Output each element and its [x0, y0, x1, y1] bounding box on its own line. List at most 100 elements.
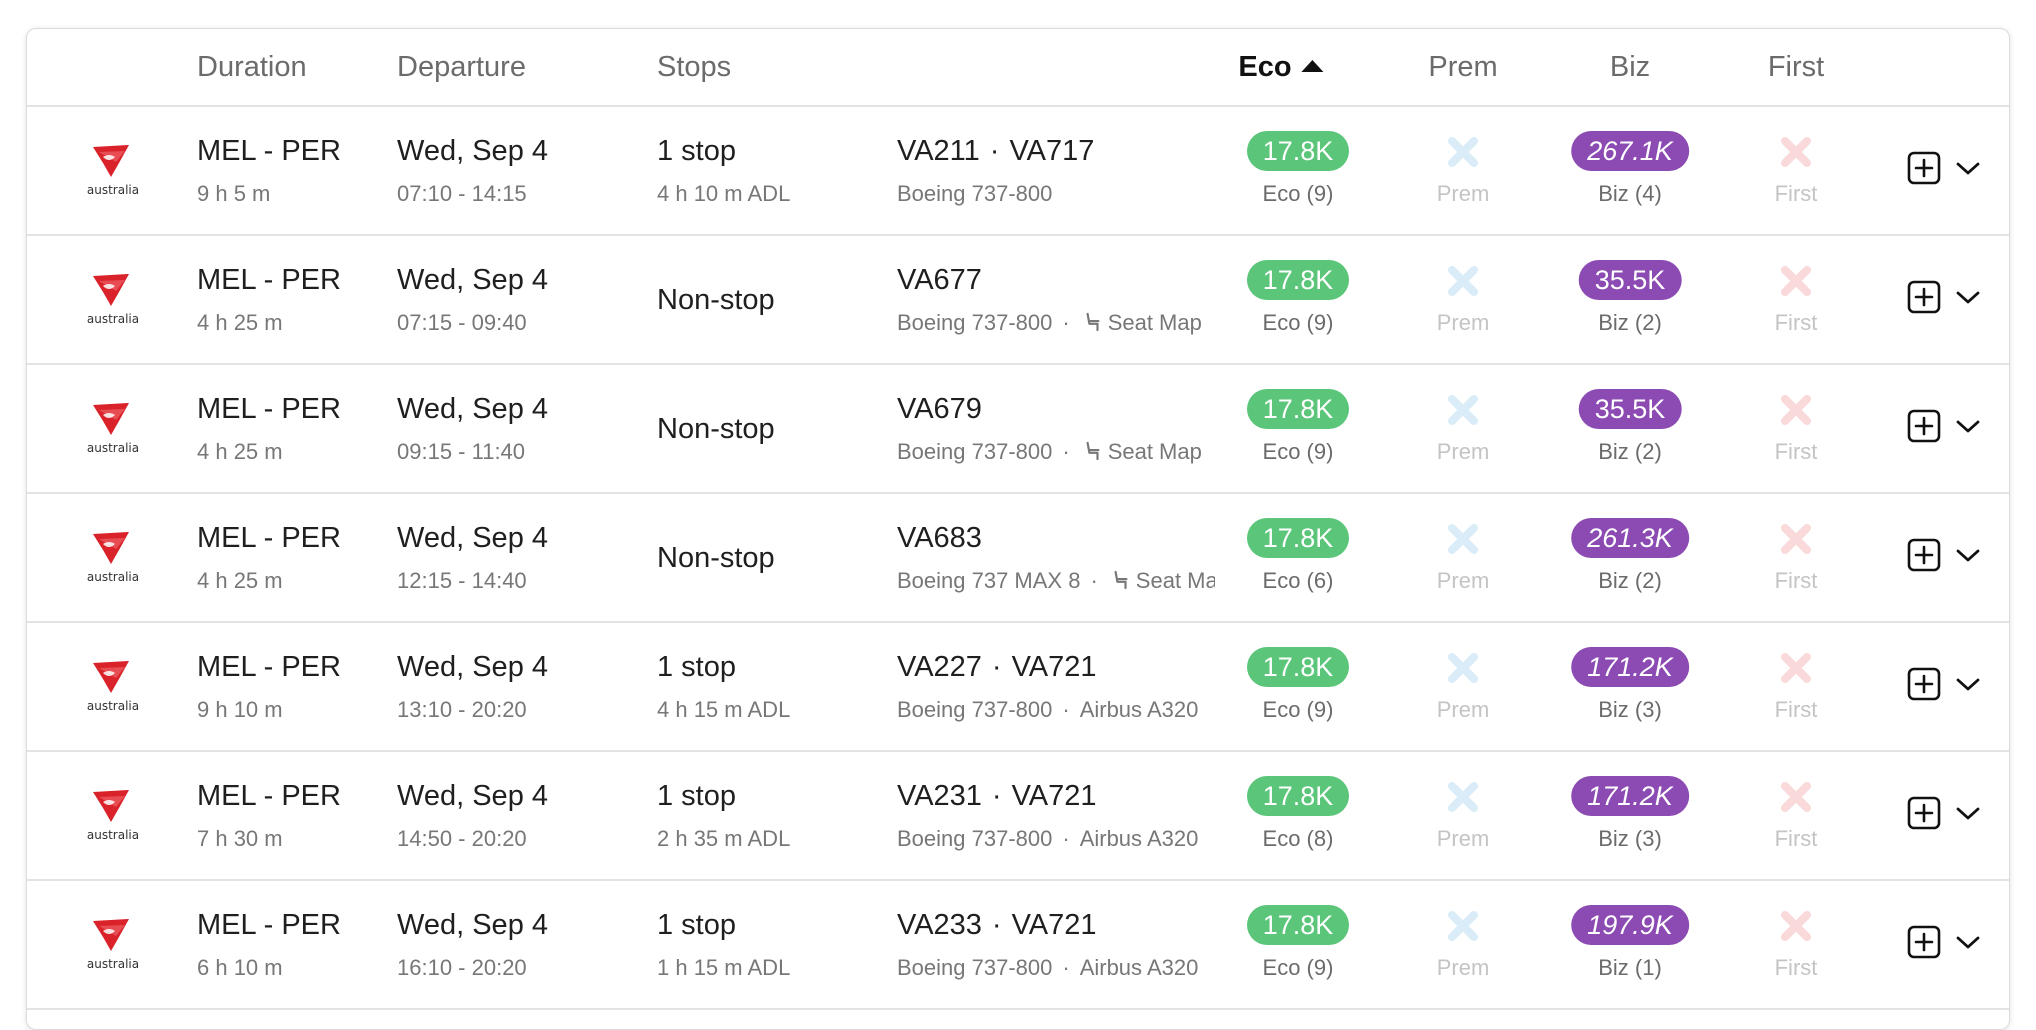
- layover: 2 h 35 m ADL: [657, 826, 791, 851]
- add-flight-plus-icon[interactable]: [1907, 151, 1941, 185]
- virgin-australia-logo-icon: [89, 788, 133, 824]
- biz-price-pill[interactable]: 171.2K: [1571, 776, 1689, 816]
- first-unavailable-x-icon: [1779, 264, 1813, 298]
- flight-numbers: VA231 · VA721: [897, 780, 1097, 813]
- expand-chevron-down-icon[interactable]: [1955, 157, 1981, 179]
- seat-icon: [1112, 570, 1130, 596]
- add-flight-plus-icon[interactable]: [1907, 796, 1941, 830]
- first-unavailable-x-icon: [1779, 651, 1813, 685]
- aircraft-info: Boeing 737-800 · Seat Map: [897, 439, 1215, 467]
- flight-number: VA721: [1011, 651, 1097, 683]
- stops: 1 stop: [657, 651, 736, 683]
- route: MEL - PER: [197, 780, 341, 812]
- flight-row[interactable]: australia MEL - PER 9 h 5 m Wed, Sep 4 07:10…: [27, 107, 2009, 236]
- expand-chevron-down-icon[interactable]: [1955, 802, 1981, 824]
- seat-map-link[interactable]: Seat Map: [1108, 568, 1215, 593]
- layover: 4 h 15 m ADL: [657, 697, 791, 722]
- flight-row[interactable]: australia MEL - PER 7 h 30 m Wed, Sep 4 14:5…: [27, 752, 2009, 881]
- eco-price-pill[interactable]: 17.8K: [1247, 647, 1349, 687]
- eco-price-pill[interactable]: 17.8K: [1247, 260, 1349, 300]
- departure-date: Wed, Sep 4: [397, 135, 549, 167]
- departure-date: Wed, Sep 4: [397, 780, 549, 812]
- flight-numbers: VA227 · VA721: [897, 651, 1097, 684]
- eco-price-pill[interactable]: 17.8K: [1247, 389, 1349, 429]
- flight-row[interactable]: australia MEL - PER 9 h 10 m Wed, Sep 4 13:1…: [27, 623, 2009, 752]
- biz-price-pill[interactable]: 35.5K: [1578, 389, 1682, 429]
- stops: 1 stop: [657, 780, 736, 812]
- add-flight-plus-icon[interactable]: [1907, 409, 1941, 443]
- prem-unavailable-x-icon: [1446, 135, 1480, 169]
- first-unavailable-x-icon: [1779, 393, 1813, 427]
- expand-chevron-down-icon[interactable]: [1955, 544, 1981, 566]
- eco-price-pill[interactable]: 17.8K: [1247, 518, 1349, 558]
- aircraft-type: Airbus A320: [1079, 697, 1199, 722]
- header-first[interactable]: First: [1768, 51, 1824, 84]
- first-label: First: [1774, 697, 1818, 722]
- airline-logo: australia: [85, 917, 141, 977]
- departure-times: 09:15 - 11:40: [397, 439, 526, 464]
- header-eco[interactable]: Eco: [1238, 51, 1324, 84]
- prem-label: Prem: [1436, 697, 1490, 722]
- flight-row[interactable]: australia MEL - PER 4 h 25 m Wed, Sep 4 09:1…: [27, 365, 2009, 494]
- separator-dot: ·: [989, 135, 1000, 167]
- prem-label: Prem: [1436, 826, 1490, 851]
- add-flight-plus-icon[interactable]: [1907, 538, 1941, 572]
- eco-price-pill[interactable]: 17.8K: [1247, 905, 1349, 945]
- virgin-australia-logo-icon: [89, 659, 133, 695]
- prem-unavailable-x-icon: [1446, 909, 1480, 943]
- airline-logo-text: australia: [86, 957, 140, 971]
- flight-row[interactable]: australia MEL - PER 6 h 10 m Wed, Sep 4 16:1…: [27, 881, 2009, 1010]
- stops: 1 stop: [657, 135, 736, 167]
- duration: 9 h 5 m: [197, 181, 271, 206]
- departure-date: Wed, Sep 4: [397, 522, 549, 554]
- header-duration[interactable]: Duration: [197, 51, 307, 84]
- prem-unavailable-x-icon: [1446, 651, 1480, 685]
- flight-row[interactable]: australia MEL - PER 4 h 25 m Wed, Sep 4 07:1…: [27, 236, 2009, 365]
- header-departure[interactable]: Departure: [397, 51, 526, 84]
- virgin-australia-logo-icon: [89, 272, 133, 308]
- stops: Non-stop: [657, 284, 775, 316]
- flight-numbers: VA233 · VA721: [897, 909, 1097, 942]
- add-flight-plus-icon[interactable]: [1907, 280, 1941, 314]
- eco-seats: Eco (9): [1262, 955, 1334, 980]
- expand-chevron-down-icon[interactable]: [1955, 286, 1981, 308]
- flight-row[interactable]: australia MEL - PER 4 h 25 m Wed, Sep 4 12:1…: [27, 494, 2009, 623]
- separator-dot: ·: [1062, 439, 1070, 464]
- stops: Non-stop: [657, 542, 775, 574]
- seat-map-link[interactable]: Seat Map: [1080, 439, 1202, 464]
- aircraft-type: Airbus A320: [1079, 955, 1199, 980]
- prem-label: Prem: [1436, 310, 1490, 335]
- header-biz[interactable]: Biz: [1610, 51, 1650, 84]
- add-flight-plus-icon[interactable]: [1907, 667, 1941, 701]
- aircraft-type: Boeing 737-800: [897, 955, 1053, 980]
- biz-price-pill[interactable]: 197.9K: [1571, 905, 1689, 945]
- duration: 6 h 10 m: [197, 955, 283, 980]
- expand-chevron-down-icon[interactable]: [1955, 673, 1981, 695]
- eco-price-pill[interactable]: 17.8K: [1247, 131, 1349, 171]
- airline-logo: australia: [85, 530, 141, 590]
- separator-dot: ·: [991, 651, 1002, 683]
- first-label: First: [1774, 181, 1818, 206]
- seat-map-link[interactable]: Seat Map: [1080, 310, 1202, 335]
- expand-chevron-down-icon[interactable]: [1955, 415, 1981, 437]
- table-header: Duration Departure Stops Eco Prem Biz Fi…: [27, 29, 2009, 107]
- departure-date: Wed, Sep 4: [397, 393, 549, 425]
- biz-price-pill[interactable]: 35.5K: [1578, 260, 1682, 300]
- biz-price-pill[interactable]: 267.1K: [1571, 131, 1689, 171]
- eco-price-pill[interactable]: 17.8K: [1247, 776, 1349, 816]
- first-label: First: [1774, 955, 1818, 980]
- expand-chevron-down-icon[interactable]: [1955, 931, 1981, 953]
- airline-logo: australia: [85, 143, 141, 203]
- biz-price-pill[interactable]: 171.2K: [1571, 647, 1689, 687]
- header-stops[interactable]: Stops: [657, 51, 731, 84]
- route: MEL - PER: [197, 393, 341, 425]
- airline-logo-text: australia: [86, 699, 140, 713]
- airline-logo: australia: [85, 401, 141, 461]
- add-flight-plus-icon[interactable]: [1907, 925, 1941, 959]
- prem-label: Prem: [1436, 955, 1490, 980]
- airline-logo-text: australia: [86, 441, 140, 455]
- duration: 4 h 25 m: [197, 439, 283, 464]
- flight-numbers: VA679: [897, 393, 982, 426]
- header-prem[interactable]: Prem: [1428, 51, 1497, 84]
- biz-price-pill[interactable]: 261.3K: [1571, 518, 1689, 558]
